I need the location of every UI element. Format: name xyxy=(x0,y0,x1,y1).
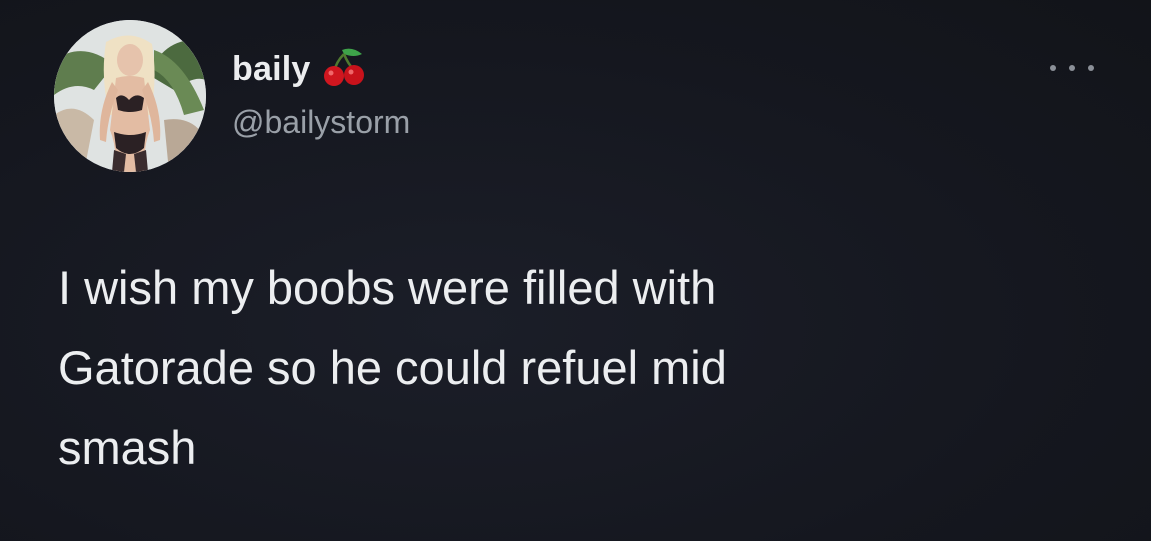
more-options-icon xyxy=(1050,65,1056,71)
cherry-icon xyxy=(322,46,366,93)
more-options-icon xyxy=(1069,65,1075,71)
user-handle[interactable]: @bailystorm xyxy=(232,104,410,141)
author-name-row[interactable]: baily xyxy=(232,46,366,93)
tweet-card: baily @bailystorm I wish my boobs were f… xyxy=(0,0,1151,541)
tweet-text-line: Gatorade so he could refuel mid xyxy=(58,341,727,394)
display-name[interactable]: baily xyxy=(232,50,310,89)
tweet-text: I wish my boobs were filled with Gatorad… xyxy=(58,248,1098,488)
more-options-button[interactable] xyxy=(1050,56,1094,80)
more-options-icon xyxy=(1088,65,1094,71)
tweet-text-line: smash xyxy=(58,421,197,474)
tweet-text-line: I wish my boobs were filled with xyxy=(58,261,717,314)
avatar-photo xyxy=(54,20,206,172)
avatar[interactable] xyxy=(54,20,206,172)
